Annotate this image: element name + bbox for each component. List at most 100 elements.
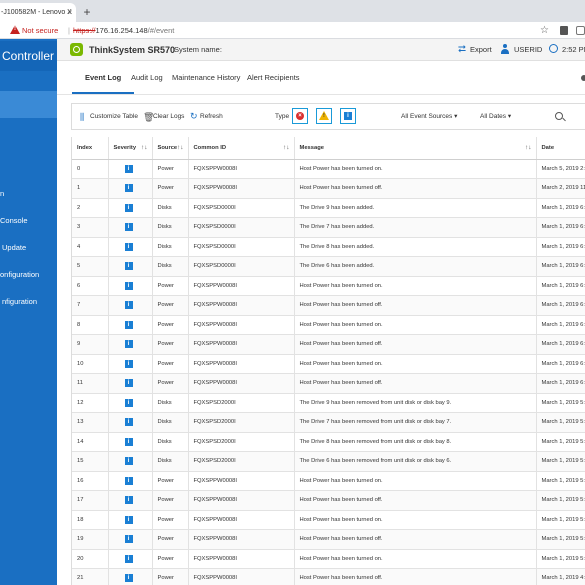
- cell-common-id: FQXSPPW0008I: [188, 510, 295, 530]
- table-row[interactable]: 10 i Power FQXSPPW0008I Host Power has been …: [72, 354, 585, 374]
- table-row[interactable]: 13 i Disks FQXSPSD2000I The Drive 7 has been…: [72, 412, 585, 433]
- close-icon[interactable]: ×: [64, 3, 76, 22]
- info-icon: i: [124, 574, 133, 583]
- table-row[interactable]: 18 i Power FQXSPPW0008I Host Power has been …: [72, 510, 585, 530]
- cell-index: 20: [72, 549, 109, 569]
- cell-date: March 1, 2019 5:37:05 PM: [536, 451, 585, 472]
- cell-message: The Drive 9 has been removed from unit d…: [294, 393, 537, 413]
- refresh-icon[interactable]: ↻: [190, 110, 198, 122]
- cell-index: 21: [72, 568, 109, 585]
- cell-source: Power: [152, 529, 189, 550]
- cell-date: March 1, 2019 6:30:32 PM: [536, 217, 585, 238]
- cell-common-id: FQXSPSD0000I: [188, 237, 295, 257]
- info-icon: i: [124, 242, 133, 251]
- table-row[interactable]: 14 i Disks FQXSPSD2000I The Drive 8 has been…: [72, 432, 585, 452]
- event-toolbar: ⫼ Customize Table 🗑 Clear Logs ↻ Refresh…: [71, 103, 585, 130]
- column-header-date[interactable]: Date: [536, 137, 585, 160]
- sidebar-item-configuration-1[interactable]: onfiguration: [0, 267, 57, 283]
- warning-icon[interactable]: [10, 25, 20, 34]
- column-header-severity[interactable]: Severity ↑↓: [108, 137, 153, 160]
- table-row[interactable]: 1 i Power FQXSPPW0008I Host Power has been t…: [72, 178, 585, 199]
- share-icon[interactable]: ⮂: [458, 44, 466, 56]
- more-icon[interactable]: [581, 75, 585, 81]
- info-icon: i: [124, 320, 133, 329]
- tab-audit-log[interactable]: Audit Log: [131, 72, 163, 84]
- table-row[interactable]: 7 i Power FQXSPPW0008I Host Power has been t…: [72, 295, 585, 316]
- cell-source: Disks: [152, 237, 189, 257]
- table-row[interactable]: 2 i Disks FQXSPSD0000I The Drive 9 has been …: [72, 198, 585, 218]
- sidebar-item-configuration-2[interactable]: nfiguration: [0, 294, 57, 310]
- sort-icon[interactable]: ↑↓: [525, 144, 532, 151]
- sort-icon[interactable]: ↑↓: [177, 144, 184, 151]
- cell-common-id: FQXSPPW0008I: [188, 354, 295, 374]
- bookmark-star-icon[interactable]: ☆: [540, 24, 549, 37]
- filter-info-toggle[interactable]: i: [340, 108, 356, 124]
- cell-source: Power: [152, 295, 189, 316]
- cell-severity: i: [108, 510, 153, 530]
- browser-tab-strip: -J100582M - Lenovo X × +: [0, 0, 585, 22]
- table-row[interactable]: 17 i Power FQXSPPW0008I Host Power has been …: [72, 490, 585, 511]
- cell-severity: i: [108, 334, 153, 355]
- sidebar-item-active[interactable]: [0, 91, 57, 118]
- table-row[interactable]: 16 i Power FQXSPPW0008I Host Power has been …: [72, 471, 585, 491]
- event-sources-dropdown[interactable]: All Event Sources ▾: [401, 111, 457, 123]
- column-header-source[interactable]: Source ↑↓: [152, 137, 189, 160]
- table-row[interactable]: 5 i Disks FQXSPSD0000I The Drive 6 has been …: [72, 256, 585, 277]
- refresh-button[interactable]: Refresh: [200, 111, 223, 123]
- table-row[interactable]: 4 i Disks FQXSPSD0000I The Drive 8 has been …: [72, 237, 585, 257]
- info-icon: i: [124, 418, 133, 427]
- dates-dropdown[interactable]: All Dates ▾: [480, 111, 511, 123]
- cell-source: Disks: [152, 393, 189, 413]
- new-tab-button[interactable]: +: [80, 3, 94, 22]
- tab-maintenance-history[interactable]: Maintenance History: [172, 72, 240, 84]
- cell-message: The Drive 8 has been added.: [294, 237, 537, 257]
- cell-severity: i: [108, 217, 153, 238]
- table-row[interactable]: 11 i Power FQXSPPW0008I Host Power has been …: [72, 373, 585, 394]
- not-secure-label[interactable]: Not secure: [22, 24, 58, 37]
- columns-icon[interactable]: ⫼: [80, 111, 84, 123]
- cell-date: March 1, 2019 6:24:10 PM: [536, 295, 585, 316]
- cell-date: March 1, 2019 6:30:08 PM: [536, 256, 585, 277]
- url-text[interactable]: https://176.16.254.148/#/event: [73, 24, 174, 37]
- table-row[interactable]: 9 i Power FQXSPPW0008I Host Power has been t…: [72, 334, 585, 355]
- extension-icon[interactable]: [560, 26, 568, 35]
- table-row[interactable]: 19 i Power FQXSPPW0008I Host Power has been …: [72, 529, 585, 550]
- cell-source: Power: [152, 471, 189, 491]
- tab-alert-recipients[interactable]: Alert Recipients: [247, 72, 300, 84]
- table-row[interactable]: 12 i Disks FQXSPSD2000I The Drive 9 has been…: [72, 393, 585, 413]
- cell-source: Power: [152, 354, 189, 374]
- export-button[interactable]: Export: [470, 44, 492, 56]
- sidebar-item-1[interactable]: n: [0, 186, 57, 202]
- sidebar-item-update[interactable]: Update: [0, 240, 57, 256]
- table-row[interactable]: 8 i Power FQXSPPW0008I Host Power has been t…: [72, 315, 585, 335]
- search-icon[interactable]: [555, 112, 563, 120]
- info-icon: i: [124, 379, 133, 388]
- column-header-common-id[interactable]: Common ID ↑↓: [188, 137, 295, 160]
- clear-logs-button[interactable]: Clear Logs: [153, 111, 184, 123]
- table-row[interactable]: 3 i Disks FQXSPSD0000I The Drive 7 has been …: [72, 217, 585, 238]
- table-row[interactable]: 15 i Disks FQXSPSD2000I The Drive 6 has been…: [72, 451, 585, 472]
- user-menu[interactable]: USERID: [514, 44, 542, 56]
- cell-date: March 1, 2019 5:33:50 PM: [536, 510, 585, 530]
- user-icon[interactable]: [501, 44, 509, 54]
- profile-icon[interactable]: [576, 26, 585, 35]
- sort-icon[interactable]: ↑↓: [283, 144, 290, 151]
- table-row[interactable]: 20 i Power FQXSPPW0008I Host Power has been …: [72, 549, 585, 569]
- table-row[interactable]: 21 i Power FQXSPPW0008I Host Power has been …: [72, 568, 585, 585]
- sidebar-title: Controller: [0, 41, 57, 71]
- customize-table-button[interactable]: Customize Table: [90, 111, 138, 123]
- column-header-message[interactable]: Message ↑↓: [294, 137, 537, 160]
- table-row[interactable]: 0 i Power FQXSPPW0008I Host Power has been t…: [72, 159, 585, 179]
- address-bar[interactable]: Not secure | https://176.16.254.148/#/ev…: [0, 22, 585, 39]
- column-header-index[interactable]: Index: [72, 137, 109, 160]
- info-icon: i: [124, 437, 133, 446]
- tab-event-log[interactable]: Event Log: [85, 72, 121, 84]
- filter-error-toggle[interactable]: ×: [292, 108, 308, 124]
- table-row[interactable]: 6 i Power FQXSPPW0008I Host Power has been t…: [72, 276, 585, 296]
- sort-icon[interactable]: ↑↓: [141, 144, 148, 151]
- url-path: /#/event: [147, 26, 175, 35]
- sidebar-item-console[interactable]: Console: [0, 213, 57, 229]
- cell-common-id: FQXSPPW0008I: [188, 159, 295, 179]
- filter-warning-toggle[interactable]: [316, 108, 332, 124]
- cell-index: 16: [72, 471, 109, 491]
